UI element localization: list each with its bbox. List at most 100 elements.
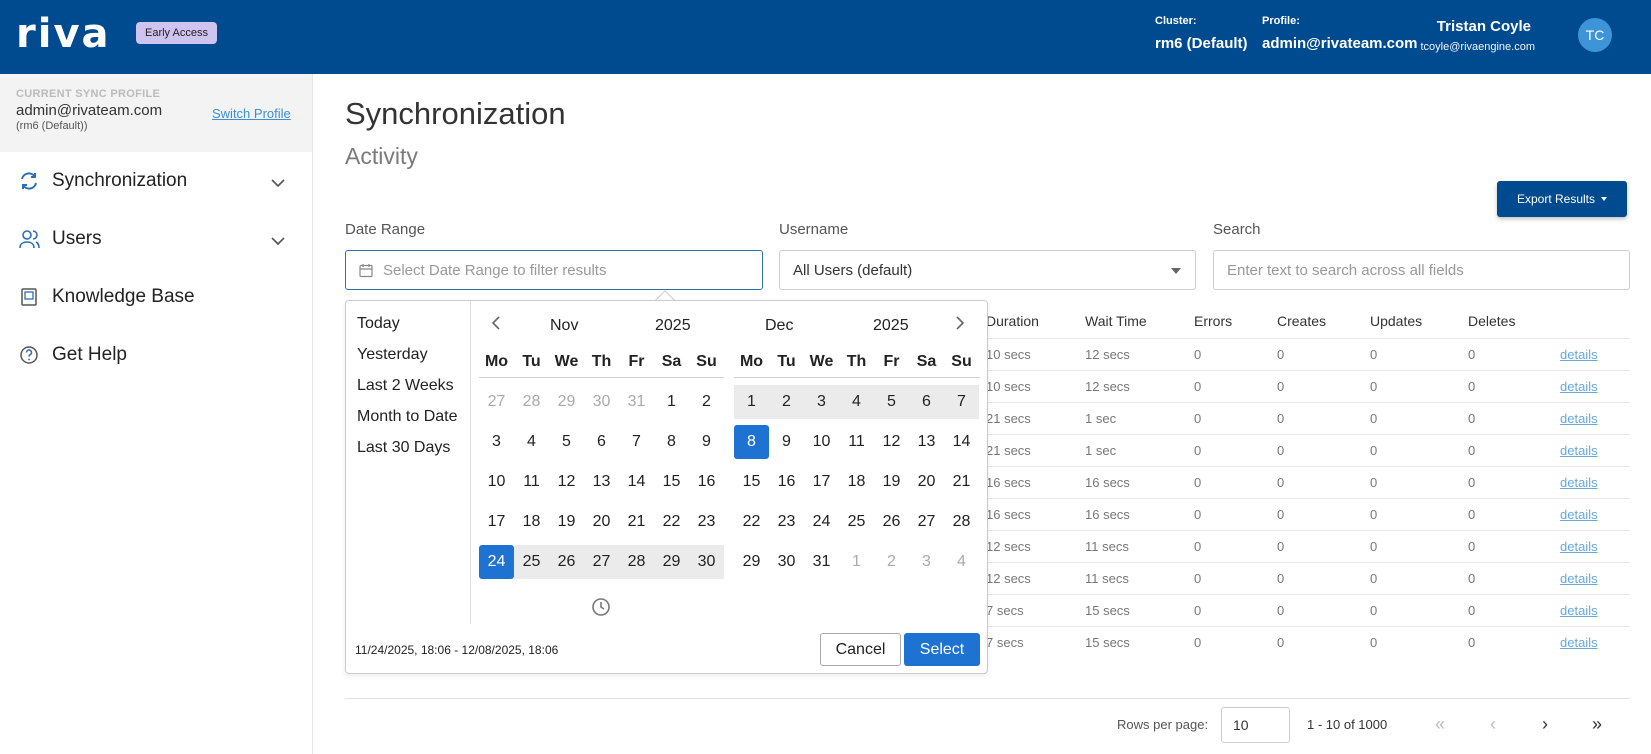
calendar-day[interactable]: 17 bbox=[479, 505, 514, 539]
calendar-day[interactable]: 21 bbox=[619, 505, 654, 539]
calendar-day[interactable]: 28 bbox=[944, 505, 979, 539]
details-link[interactable]: details bbox=[1560, 571, 1598, 586]
right-month[interactable]: Dec bbox=[765, 317, 793, 335]
range-last-2-weeks[interactable]: Last 2 Weeks bbox=[357, 377, 454, 395]
calendar-day[interactable]: 6 bbox=[584, 425, 619, 459]
calendar-day[interactable]: 20 bbox=[909, 465, 944, 499]
calendar-day[interactable]: 15 bbox=[654, 465, 689, 499]
calendar-day[interactable]: 3 bbox=[479, 425, 514, 459]
calendar-day[interactable]: 28 bbox=[514, 385, 549, 419]
range-today[interactable]: Today bbox=[357, 315, 400, 333]
first-page-button[interactable]: « bbox=[1435, 714, 1445, 735]
calendar-day-selected[interactable]: 8 bbox=[734, 425, 769, 459]
prev-page-button[interactable]: ‹ bbox=[1490, 714, 1496, 735]
clock-icon[interactable] bbox=[591, 597, 611, 622]
calendar-day[interactable]: 5 bbox=[874, 385, 909, 419]
calendar-day[interactable]: 14 bbox=[619, 465, 654, 499]
calendar-day[interactable]: 22 bbox=[654, 505, 689, 539]
select-button[interactable]: Select bbox=[904, 633, 980, 666]
calendar-day[interactable]: 3 bbox=[909, 545, 944, 579]
left-month[interactable]: Nov bbox=[550, 317, 578, 335]
calendar-day[interactable]: 1 bbox=[654, 385, 689, 419]
calendar-day[interactable]: 4 bbox=[944, 545, 979, 579]
username-select[interactable]: All Users (default) bbox=[779, 250, 1196, 290]
calendar-day-selected[interactable]: 24 bbox=[479, 545, 514, 579]
calendar-day[interactable]: 11 bbox=[839, 425, 874, 459]
search-input[interactable]: Enter text to search across all fields bbox=[1213, 250, 1630, 290]
details-link[interactable]: details bbox=[1560, 411, 1598, 426]
range-month-to-date[interactable]: Month to Date bbox=[357, 408, 458, 426]
left-year[interactable]: 2025 bbox=[655, 317, 691, 335]
calendar-day[interactable]: 11 bbox=[514, 465, 549, 499]
calendar-day[interactable]: 27 bbox=[584, 545, 619, 579]
avatar[interactable]: TC bbox=[1578, 18, 1612, 52]
sidebar-item-synchronization[interactable]: Synchronization bbox=[0, 152, 312, 210]
calendar-day[interactable]: 3 bbox=[804, 385, 839, 419]
range-yesterday[interactable]: Yesterday bbox=[357, 346, 428, 364]
calendar-day[interactable]: 18 bbox=[839, 465, 874, 499]
column-header-creates[interactable]: Creates bbox=[1277, 313, 1326, 329]
next-page-button[interactable]: › bbox=[1542, 714, 1548, 735]
calendar-day[interactable]: 30 bbox=[584, 385, 619, 419]
calendar-day[interactable]: 29 bbox=[654, 545, 689, 579]
rows-per-page-input[interactable]: 10 bbox=[1221, 707, 1290, 743]
sidebar-item-get-help[interactable]: Get Help bbox=[0, 326, 312, 384]
calendar-day[interactable]: 9 bbox=[769, 425, 804, 459]
calendar-day[interactable]: 18 bbox=[514, 505, 549, 539]
date-range-input[interactable]: Select Date Range to filter results bbox=[345, 250, 763, 290]
calendar-day[interactable]: 13 bbox=[584, 465, 619, 499]
column-header-duration[interactable]: Duration bbox=[986, 313, 1039, 329]
range-last-30-days[interactable]: Last 30 Days bbox=[357, 439, 450, 457]
cancel-button[interactable]: Cancel bbox=[820, 633, 901, 666]
calendar-day[interactable]: 4 bbox=[514, 425, 549, 459]
column-header-errors[interactable]: Errors bbox=[1194, 313, 1232, 329]
prev-month-icon[interactable] bbox=[490, 315, 502, 336]
calendar-day[interactable]: 5 bbox=[549, 425, 584, 459]
calendar-day[interactable]: 2 bbox=[769, 385, 804, 419]
calendar-day[interactable]: 2 bbox=[874, 545, 909, 579]
calendar-day[interactable]: 23 bbox=[689, 505, 724, 539]
next-month-icon[interactable] bbox=[954, 315, 966, 336]
calendar-day[interactable]: 24 bbox=[804, 505, 839, 539]
details-link[interactable]: details bbox=[1560, 539, 1598, 554]
calendar-day[interactable]: 27 bbox=[479, 385, 514, 419]
details-link[interactable]: details bbox=[1560, 475, 1598, 490]
calendar-day[interactable]: 30 bbox=[769, 545, 804, 579]
calendar-day[interactable]: 19 bbox=[874, 465, 909, 499]
right-year[interactable]: 2025 bbox=[873, 317, 909, 335]
calendar-day[interactable]: 4 bbox=[839, 385, 874, 419]
calendar-day[interactable]: 19 bbox=[549, 505, 584, 539]
switch-profile-link[interactable]: Switch Profile bbox=[212, 106, 291, 121]
calendar-day[interactable]: 16 bbox=[769, 465, 804, 499]
column-header-updates[interactable]: Updates bbox=[1370, 313, 1422, 329]
calendar-day[interactable]: 31 bbox=[619, 385, 654, 419]
calendar-day[interactable]: 2 bbox=[689, 385, 724, 419]
column-header-wait-time[interactable]: Wait Time bbox=[1085, 313, 1147, 329]
details-link[interactable]: details bbox=[1560, 603, 1598, 618]
calendar-day[interactable]: 29 bbox=[734, 545, 769, 579]
calendar-day[interactable]: 13 bbox=[909, 425, 944, 459]
details-link[interactable]: details bbox=[1560, 379, 1598, 394]
calendar-day[interactable]: 20 bbox=[584, 505, 619, 539]
calendar-day[interactable]: 27 bbox=[909, 505, 944, 539]
column-header-deletes[interactable]: Deletes bbox=[1468, 313, 1515, 329]
calendar-day[interactable]: 9 bbox=[689, 425, 724, 459]
details-link[interactable]: details bbox=[1560, 443, 1598, 458]
details-link[interactable]: details bbox=[1560, 507, 1598, 522]
calendar-day[interactable]: 1 bbox=[839, 545, 874, 579]
calendar-day[interactable]: 12 bbox=[874, 425, 909, 459]
calendar-day[interactable]: 30 bbox=[689, 545, 724, 579]
calendar-day[interactable]: 28 bbox=[619, 545, 654, 579]
calendar-day[interactable]: 23 bbox=[769, 505, 804, 539]
calendar-day[interactable]: 7 bbox=[619, 425, 654, 459]
details-link[interactable]: details bbox=[1560, 347, 1598, 362]
calendar-day[interactable]: 29 bbox=[549, 385, 584, 419]
calendar-day[interactable]: 26 bbox=[874, 505, 909, 539]
calendar-day[interactable]: 1 bbox=[734, 385, 769, 419]
calendar-day[interactable]: 6 bbox=[909, 385, 944, 419]
last-page-button[interactable]: » bbox=[1592, 714, 1602, 735]
calendar-day[interactable]: 31 bbox=[804, 545, 839, 579]
calendar-day[interactable]: 25 bbox=[839, 505, 874, 539]
calendar-day[interactable]: 21 bbox=[944, 465, 979, 499]
details-link[interactable]: details bbox=[1560, 635, 1598, 650]
